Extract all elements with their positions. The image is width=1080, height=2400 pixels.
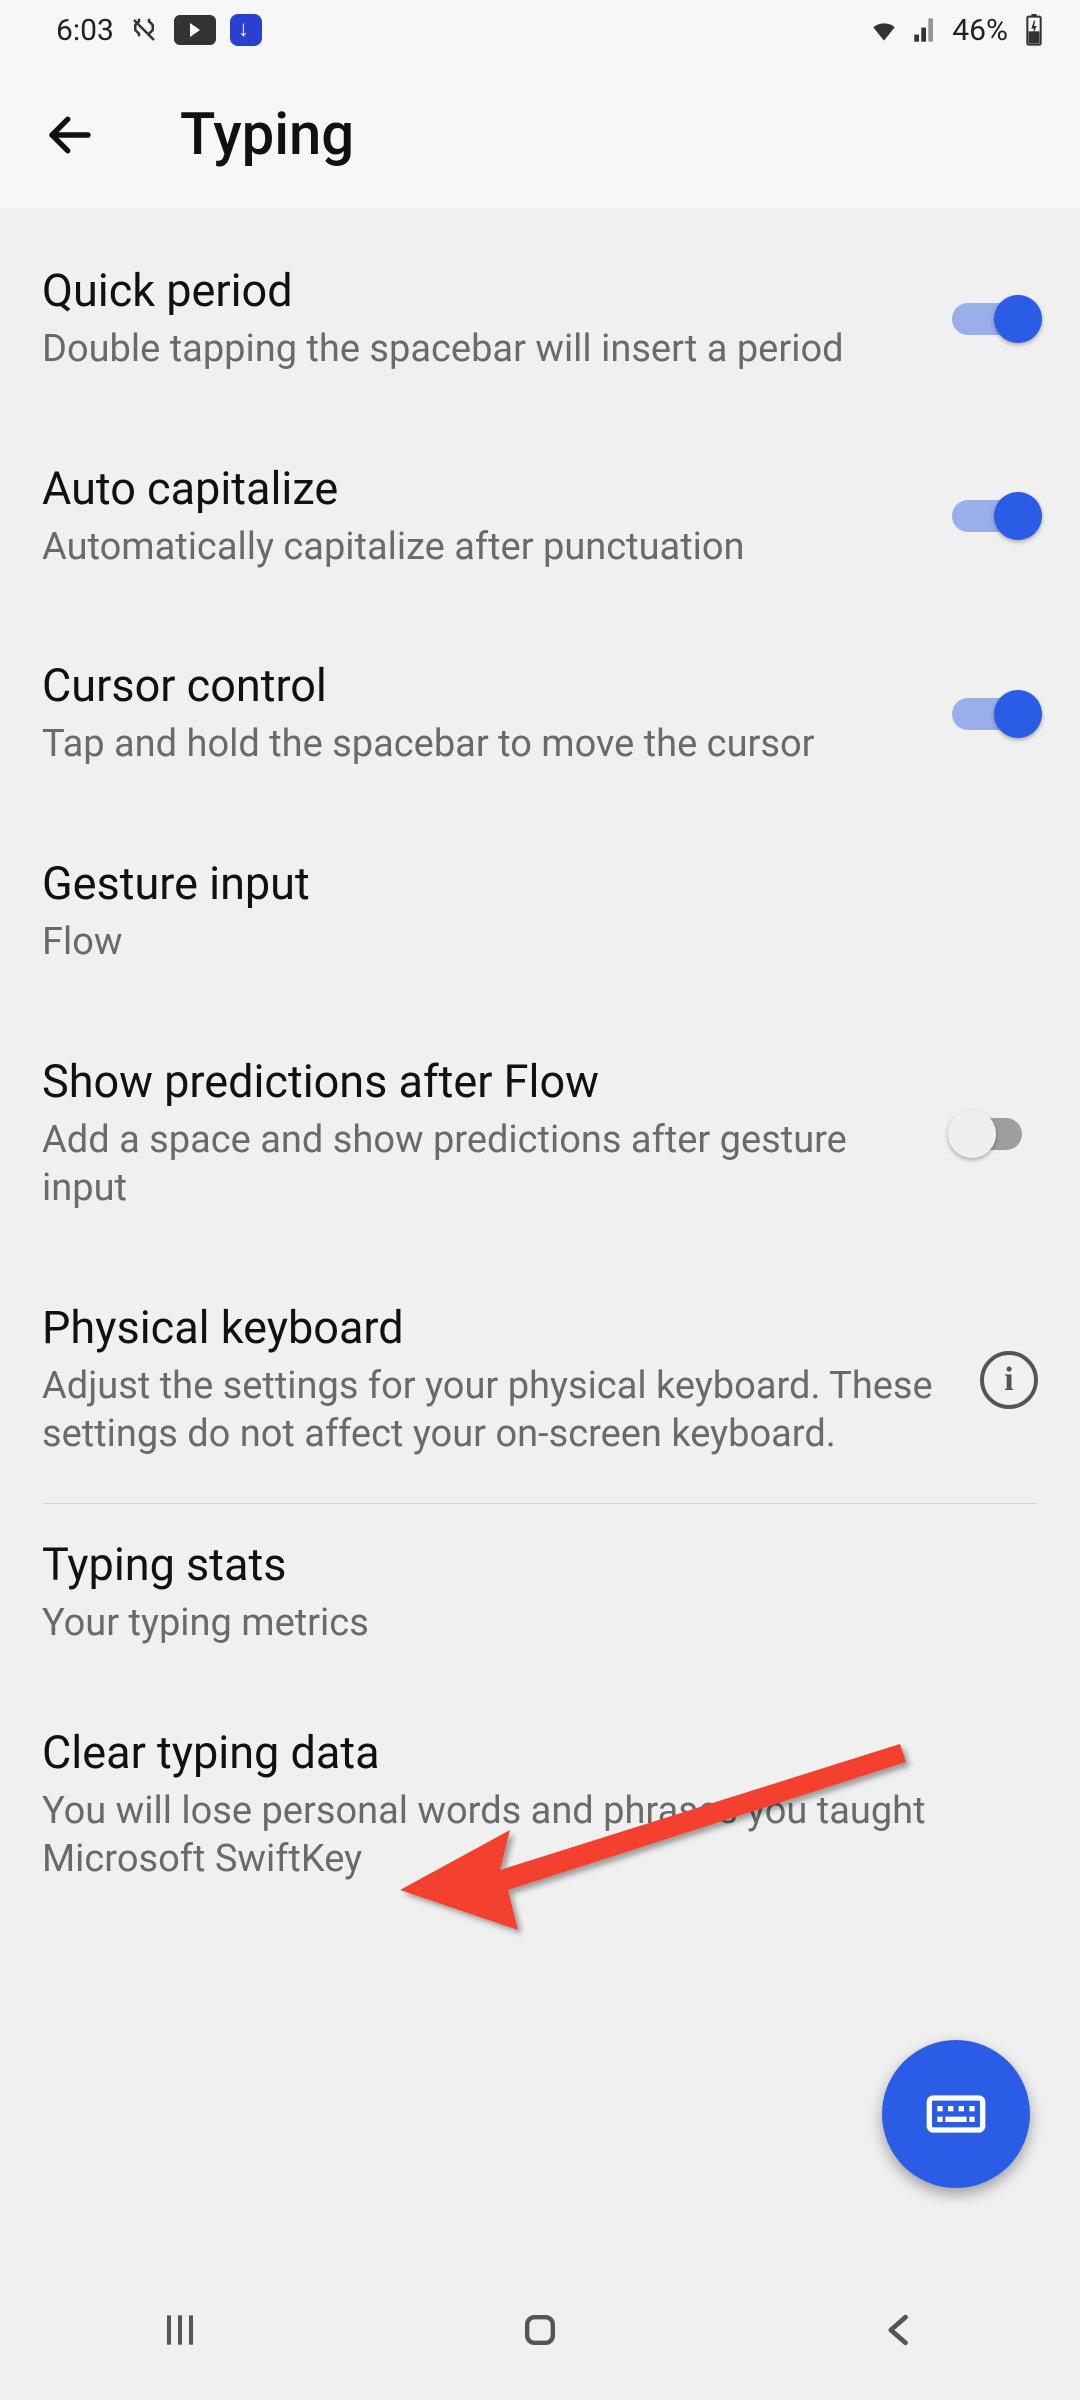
setting-text: Auto capitalize Automatically capitalize… (42, 462, 922, 572)
keyboard-icon (924, 2082, 988, 2146)
switch-show-predictions-after-flow[interactable] (952, 1112, 1038, 1156)
status-left: 6:03 (56, 13, 868, 48)
setting-auto-capitalize[interactable]: Auto capitalize Automatically capitalize… (0, 418, 1080, 616)
arrow-left-icon (43, 108, 97, 162)
switch-quick-period[interactable] (952, 297, 1038, 341)
youtube-icon (174, 15, 216, 45)
setting-subtitle: Adjust the settings for your physical ke… (42, 1362, 950, 1459)
setting-subtitle: You will lose personal words and phrases… (42, 1787, 1038, 1884)
nav-recents-button[interactable] (120, 2300, 240, 2360)
info-button[interactable]: i (980, 1351, 1038, 1409)
setting-typing-stats[interactable]: Typing stats Your typing metrics (0, 1504, 1080, 1682)
keyboard-fab[interactable] (882, 2040, 1030, 2188)
page-title: Typing (180, 101, 354, 169)
setting-title: Typing stats (42, 1538, 1038, 1591)
switch-auto-capitalize[interactable] (952, 494, 1038, 538)
back-button[interactable] (40, 105, 100, 165)
setting-subtitle: Your typing metrics (42, 1599, 1038, 1648)
setting-title: Auto capitalize (42, 462, 922, 515)
setting-subtitle: Flow (42, 918, 1038, 967)
setting-title: Quick period (42, 264, 922, 317)
recents-icon (158, 2308, 202, 2352)
setting-text: Cursor control Tap and hold the spacebar… (42, 659, 922, 769)
battery-charging-icon (1018, 14, 1050, 46)
switch-cursor-control[interactable] (952, 692, 1038, 736)
setting-subtitle: Automatically capitalize after punctuati… (42, 523, 922, 572)
setting-subtitle: Tap and hold the spacebar to move the cu… (42, 720, 922, 769)
signal-icon (910, 14, 942, 46)
battery-percent: 46% (952, 13, 1008, 48)
setting-gesture-input[interactable]: Gesture input Flow (0, 813, 1080, 1011)
nav-home-button[interactable] (480, 2300, 600, 2360)
setting-title: Cursor control (42, 659, 922, 712)
setting-text: Quick period Double tapping the spacebar… (42, 264, 922, 374)
info-icon: i (1004, 1361, 1013, 1399)
setting-text: Clear typing data You will lose personal… (42, 1726, 1038, 1884)
setting-title: Gesture input (42, 857, 1038, 910)
status-time: 6:03 (56, 13, 114, 48)
setting-title: Physical keyboard (42, 1301, 950, 1354)
app-bar: Typing (0, 60, 1080, 210)
setting-physical-keyboard[interactable]: Physical keyboard Adjust the settings fo… (0, 1257, 1080, 1503)
settings-list: Quick period Double tapping the spacebar… (0, 210, 1080, 1928)
wifi-icon (868, 14, 900, 46)
setting-subtitle: Double tapping the spacebar will insert … (42, 325, 922, 374)
status-right: 46% (868, 13, 1050, 48)
setting-title: Clear typing data (42, 1726, 1038, 1779)
download-icon (230, 14, 262, 46)
setting-clear-typing-data[interactable]: Clear typing data You will lose personal… (0, 1682, 1080, 1928)
setting-cursor-control[interactable]: Cursor control Tap and hold the spacebar… (0, 615, 1080, 813)
chevron-left-icon (878, 2308, 922, 2352)
setting-show-predictions-after-flow[interactable]: Show predictions after Flow Add a space … (0, 1011, 1080, 1257)
setting-text: Gesture input Flow (42, 857, 1038, 967)
setting-text: Physical keyboard Adjust the settings fo… (42, 1301, 950, 1459)
setting-quick-period[interactable]: Quick period Double tapping the spacebar… (0, 220, 1080, 418)
setting-title: Show predictions after Flow (42, 1055, 922, 1108)
setting-subtitle: Add a space and show predictions after g… (42, 1116, 922, 1213)
nav-back-button[interactable] (840, 2300, 960, 2360)
vibrate-off-icon (128, 14, 160, 46)
status-bar: 6:03 46% (0, 0, 1080, 60)
setting-text: Typing stats Your typing metrics (42, 1538, 1038, 1648)
setting-text: Show predictions after Flow Add a space … (42, 1055, 922, 1213)
system-nav-bar (0, 2260, 1080, 2400)
home-icon (518, 2308, 562, 2352)
